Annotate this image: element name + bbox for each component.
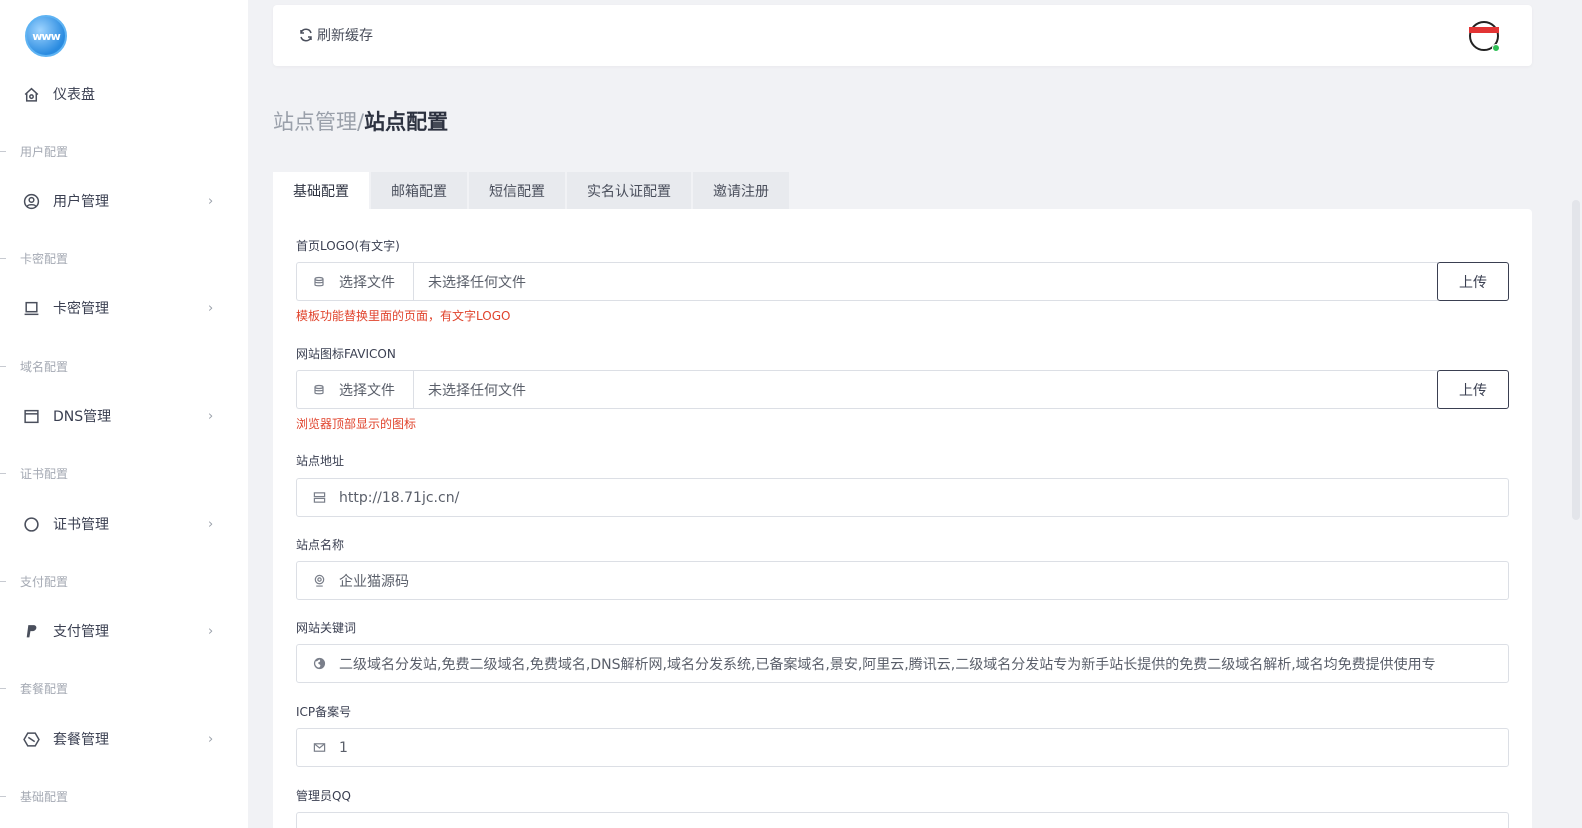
chevron-right-icon: › (208, 516, 214, 532)
sidebar-section-label: 证书配置 (20, 466, 69, 481)
keywords-field (296, 644, 1509, 683)
chevron-right-icon: › (208, 623, 214, 639)
sidebar-section-label: 用户配置 (20, 144, 69, 159)
tab-invite-register[interactable]: 邀请注册 (693, 172, 789, 209)
sidebar-section-user: 用户配置 (0, 141, 248, 161)
favicon-file-picker: 选择文件 未选择任何文件 上传 (296, 370, 1509, 409)
page-scrollbar[interactable] (1572, 0, 1580, 828)
tab-realname-config[interactable]: 实名认证配置 (567, 172, 691, 209)
sidebar-section-label: 卡密配置 (20, 251, 69, 266)
logo-text: www (32, 29, 60, 43)
mail-icon (312, 741, 326, 755)
home-icon (22, 85, 40, 103)
sidebar-section-label: 支付配置 (20, 574, 69, 589)
sidebar-item-label: 证书管理 (53, 517, 109, 533)
top-bar: 刷新缓存 (273, 5, 1532, 66)
admin-qq-field[interactable] (296, 812, 1509, 828)
site-logo[interactable]: www (25, 15, 67, 57)
icp-field (296, 728, 1509, 767)
refresh-cache-button[interactable]: 刷新缓存 (298, 25, 373, 45)
keywords-label: 网站关键词 (296, 621, 357, 635)
page-title: 站点配置 (364, 110, 449, 134)
laptop-icon (22, 299, 40, 317)
database-icon (313, 384, 325, 396)
breadcrumb: 站点管理/站点配置 (273, 106, 448, 136)
user-circle-icon (22, 192, 40, 210)
logo-file-name: 未选择任何文件 (413, 262, 1438, 301)
sidebar-item-label: 用户管理 (53, 194, 109, 210)
sidebar-section-basic: 基础配置 (0, 786, 248, 806)
sidebar-section-label: 域名配置 (20, 359, 69, 374)
webcam-icon (312, 574, 326, 588)
user-avatar[interactable] (1466, 17, 1502, 53)
favicon-upload-button[interactable]: 上传 (1437, 370, 1509, 409)
sidebar-item-cert-management[interactable]: 证书管理 › (0, 504, 248, 544)
logo-choose-file-label: 选择文件 (339, 274, 395, 291)
sidebar-section-label: 套餐配置 (20, 681, 69, 696)
chevron-right-icon: › (208, 731, 214, 747)
online-status-dot (1492, 44, 1500, 52)
sidebar-item-payment-management[interactable]: 支付管理 › (0, 611, 248, 651)
tab-basic-config[interactable]: 基础配置 (273, 172, 369, 209)
sidebar-section-package: 套餐配置 (0, 678, 248, 698)
chevron-right-icon: › (208, 300, 214, 316)
tab-email-config[interactable]: 邮箱配置 (371, 172, 467, 209)
icp-input[interactable] (339, 729, 1504, 766)
favicon-choose-file-label: 选择文件 (339, 382, 395, 399)
admin-qq-label: 管理员QQ (296, 789, 351, 803)
paypal-icon (22, 622, 40, 640)
config-form-panel: 首页LOGO(有文字) 选择文件 未选择任何文件 上传 模板功能替换里面的页面，… (273, 209, 1532, 828)
window-icon (22, 407, 40, 425)
site-name-input[interactable] (339, 562, 1504, 599)
sidebar-item-package-management[interactable]: 套餐管理 › (0, 719, 248, 759)
hexagon-icon (22, 730, 40, 748)
site-url-input[interactable] (339, 479, 1504, 516)
keywords-input[interactable] (339, 645, 1504, 682)
sidebar-section-payment: 支付配置 (0, 571, 248, 591)
config-tabs: 基础配置 邮箱配置 短信配置 实名认证配置 邀请注册 (273, 172, 791, 209)
sidebar-section-domain: 域名配置 (0, 356, 248, 376)
site-url-field (296, 478, 1509, 517)
favicon-field-label: 网站图标FAVICON (296, 347, 396, 361)
sidebar-section-label: 基础配置 (20, 789, 69, 804)
sidebar-item-label: 支付管理 (53, 624, 109, 640)
logo-field-label: 首页LOGO(有文字) (296, 239, 400, 253)
logo-file-picker: 选择文件 未选择任何文件 上传 (296, 262, 1509, 301)
sidebar-item-label: 仪表盘 (53, 87, 95, 103)
icp-label: ICP备案号 (296, 705, 352, 719)
sidebar-section-cert: 证书配置 (0, 463, 248, 483)
logo-help-text: 模板功能替换里面的页面，有文字LOGO (296, 309, 511, 323)
scrollbar-thumb[interactable] (1572, 200, 1580, 520)
site-url-label: 站点地址 (296, 454, 345, 468)
sidebar-item-user-management[interactable]: 用户管理 › (0, 181, 248, 221)
logo-choose-file-button[interactable]: 选择文件 (296, 262, 413, 301)
site-name-field (296, 561, 1509, 600)
sidebar-item-card-management[interactable]: 卡密管理 › (0, 288, 248, 328)
circle-icon (22, 515, 40, 533)
sidebar-item-dashboard[interactable]: 仪表盘 (0, 74, 248, 114)
logo-upload-button[interactable]: 上传 (1437, 262, 1509, 301)
favicon-help-text: 浏览器顶部显示的图标 (296, 417, 417, 431)
sidebar-item-label: 卡密管理 (53, 301, 109, 317)
tab-sms-config[interactable]: 短信配置 (469, 172, 565, 209)
database-icon (313, 276, 325, 288)
refresh-icon (300, 28, 312, 42)
refresh-cache-label: 刷新缓存 (317, 28, 373, 44)
chevron-right-icon: › (208, 193, 214, 209)
globe-icon (312, 657, 326, 671)
sidebar-section-card: 卡密配置 (0, 248, 248, 268)
sidebar-item-label: 套餐管理 (53, 732, 109, 748)
favicon-choose-file-button[interactable]: 选择文件 (296, 370, 413, 409)
breadcrumb-parent[interactable]: 站点管理/ (273, 110, 364, 134)
site-name-label: 站点名称 (296, 538, 345, 552)
favicon-file-name: 未选择任何文件 (413, 370, 1438, 409)
server-icon (312, 491, 326, 505)
sidebar-item-dns-management[interactable]: DNS管理 › (0, 396, 248, 436)
chevron-right-icon: › (208, 408, 214, 424)
sidebar-item-label: DNS管理 (53, 409, 112, 425)
sidebar: www 仪表盘 用户配置 用户管理 › 卡密配置 卡密管理 › 域名配置 DNS… (0, 0, 248, 828)
